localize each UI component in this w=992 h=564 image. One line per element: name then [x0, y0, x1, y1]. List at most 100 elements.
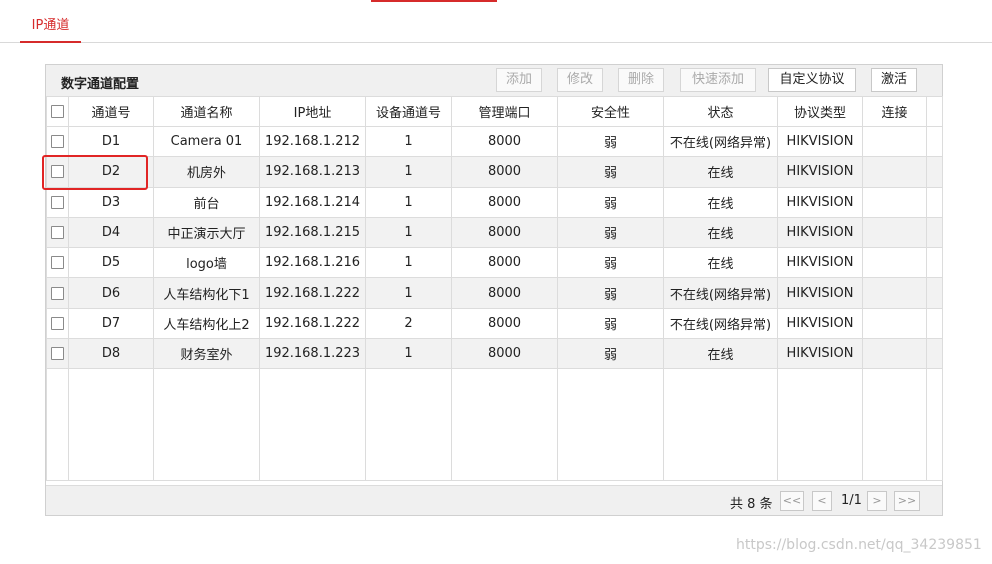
empty-cell [663, 368, 778, 482]
ip-address-cell: 192.168.1.212 [259, 125, 366, 158]
checkbox-icon[interactable] [51, 195, 64, 209]
row-spacer [926, 186, 943, 218]
status-cell: 不在线(网络异常) [663, 277, 778, 309]
table-row[interactable]: D7 人车结构化上2 192.168.1.222 2 8000 弱不在线(网络异常) HIK… [46, 307, 943, 340]
table-row[interactable]: D5 logo墙 192.168.1.216 1 8000 弱在线 HIKVISION [46, 247, 943, 279]
device-channel-cell: 1 [365, 125, 452, 158]
checkbox-icon[interactable] [51, 286, 64, 300]
quick-add-button[interactable]: 快速添加 [680, 68, 756, 92]
channel-name-cell: 财务室外 [153, 338, 260, 370]
channel-table: 通道号 通道名称 IP地址 设备通道号 管理端口 安全性 状态 协议类型 连接 … [46, 96, 943, 482]
channel-number-cell: D7 [68, 307, 154, 340]
port-cell: 8000 [451, 277, 558, 309]
row-checkbox[interactable] [46, 125, 69, 158]
status-cell: 在线 [663, 186, 778, 218]
channel-name-cell: 机房外 [153, 156, 260, 188]
table-row[interactable]: D1 Camera 01 192.168.1.212 1 8000 弱不在线(网络异常) H… [46, 125, 943, 158]
table-row[interactable]: D2 机房外 192.168.1.213 1 8000 弱在线 HIKVISION [46, 156, 943, 188]
highlight-box [42, 155, 148, 190]
col-spacer [926, 96, 943, 127]
port-cell: 8000 [451, 156, 558, 188]
status-cell: 不在线(网络异常) [663, 307, 778, 340]
port-cell: 8000 [451, 307, 558, 340]
security-cell: 弱 [557, 216, 664, 249]
security-cell: 弱 [557, 307, 664, 340]
protocol-cell: HIKVISION [777, 307, 863, 340]
page-indicator: 1/1 [841, 493, 862, 508]
modify-button[interactable]: 修改 [557, 68, 603, 92]
security-cell: 弱 [557, 247, 664, 279]
channel-name-cell: Camera 01 [153, 125, 260, 158]
panel-header: 数字通道配置 添加 修改 删除 快速添加 自定义协议 激活 [46, 65, 942, 96]
connection-cell [862, 216, 927, 249]
row-checkbox[interactable] [46, 338, 69, 370]
row-checkbox[interactable] [46, 307, 69, 340]
table-row[interactable]: D8 财务室外 192.168.1.223 1 8000 弱在线 HIKVISION [46, 338, 943, 370]
security-cell: 弱 [557, 277, 664, 309]
connection-cell [862, 338, 927, 370]
checkbox-icon[interactable] [51, 347, 64, 361]
status-cell: 不在线(网络异常) [663, 125, 778, 158]
row-checkbox[interactable] [46, 277, 69, 309]
ip-address-cell: 192.168.1.215 [259, 216, 366, 249]
checkbox-icon[interactable] [51, 135, 64, 149]
device-channel-cell: 2 [365, 307, 452, 340]
table-row[interactable]: D4 中正演示大厅 192.168.1.215 1 8000 弱在线 HIKVISION [46, 216, 943, 249]
row-checkbox[interactable] [46, 247, 69, 279]
delete-button[interactable]: 删除 [618, 68, 664, 92]
port-cell: 8000 [451, 216, 558, 249]
ip-address-cell: 192.168.1.213 [259, 156, 366, 188]
port-cell: 8000 [451, 338, 558, 370]
empty-cell [451, 368, 558, 482]
activate-button[interactable]: 激活 [871, 68, 917, 92]
custom-protocol-button[interactable]: 自定义协议 [768, 68, 856, 92]
port-cell: 8000 [451, 186, 558, 218]
checkbox-icon[interactable] [51, 316, 64, 330]
tab-ip-channel[interactable]: IP通道 [20, 12, 81, 43]
channel-number-cell: D5 [68, 247, 154, 279]
ip-address-cell: 192.168.1.223 [259, 338, 366, 370]
connection-cell [862, 277, 927, 309]
checkbox-icon[interactable] [51, 226, 64, 240]
security-cell: 弱 [557, 125, 664, 158]
device-channel-cell: 1 [365, 277, 452, 309]
connection-cell [862, 186, 927, 218]
channel-name-cell: 中正演示大厅 [153, 216, 260, 249]
first-page-button[interactable]: << [780, 491, 804, 511]
watermark: https://blog.csdn.net/qq_34239851 [736, 537, 982, 553]
col-header-connection: 连接 [862, 96, 927, 127]
table-row[interactable]: D6 人车结构化下1 192.168.1.222 1 8000 弱不在线(网络异常) HIK… [46, 277, 943, 309]
table-row[interactable]: D3 前台 192.168.1.214 1 8000 弱在线 HIKVISION [46, 186, 943, 218]
row-spacer [926, 307, 943, 340]
col-header-name: 通道名称 [153, 96, 260, 127]
row-checkbox[interactable] [46, 216, 69, 249]
protocol-cell: HIKVISION [777, 277, 863, 309]
security-cell: 弱 [557, 156, 664, 188]
select-all-checkbox[interactable] [46, 96, 69, 127]
device-channel-cell: 1 [365, 186, 452, 218]
empty-cell [777, 368, 863, 482]
empty-cell [46, 368, 69, 482]
ip-address-cell: 192.168.1.216 [259, 247, 366, 279]
protocol-cell: HIKVISION [777, 125, 863, 158]
security-cell: 弱 [557, 186, 664, 218]
col-header-channel: 通道号 [68, 96, 154, 127]
device-channel-cell: 1 [365, 216, 452, 249]
col-header-port: 管理端口 [451, 96, 558, 127]
next-page-button[interactable]: > [867, 491, 887, 511]
protocol-cell: HIKVISION [777, 247, 863, 279]
protocol-cell: HIKVISION [777, 338, 863, 370]
panel-title: 数字通道配置 [61, 77, 140, 92]
status-cell: 在线 [663, 247, 778, 279]
add-button[interactable]: 添加 [496, 68, 542, 92]
protocol-cell: HIKVISION [777, 216, 863, 249]
row-checkbox[interactable] [46, 186, 69, 218]
device-channel-cell: 1 [365, 156, 452, 188]
checkbox-icon[interactable] [51, 256, 64, 270]
port-cell: 8000 [451, 125, 558, 158]
channel-number-cell: D8 [68, 338, 154, 370]
row-spacer [926, 277, 943, 309]
checkbox-icon[interactable] [51, 105, 64, 118]
last-page-button[interactable]: >> [894, 491, 920, 511]
prev-page-button[interactable]: < [812, 491, 832, 511]
